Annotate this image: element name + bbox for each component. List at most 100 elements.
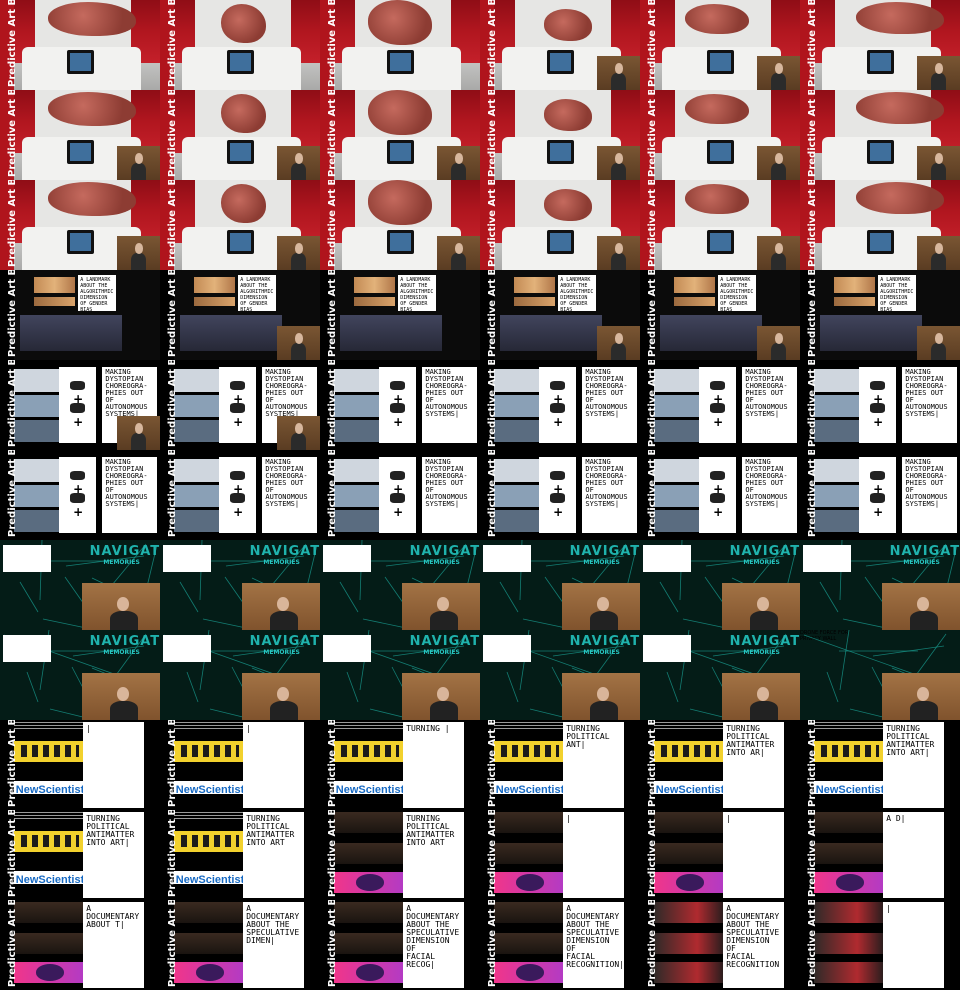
brand-label: Predictive Art Bot [167, 90, 178, 177]
tablet [227, 140, 255, 164]
brand-bar: Predictive Art Bot [640, 270, 658, 360]
brand-label: Predictive Art Bot [487, 270, 498, 357]
title-card: A LANDMARK ABOUT THE ALGORITHMIC DIMENSI… [238, 274, 277, 313]
dark-image [494, 901, 566, 923]
dystopian-slide: + + MAKING DYSTOPIAN CHOREOGRA- PHIES OUT … [320, 450, 480, 540]
robotic-arm [684, 3, 749, 35]
newscientist-logo: NewScientist [654, 780, 726, 796]
frame: + + MAKING DYSTOPIAN CHOREOGRA- PHIES OUT … [0, 450, 160, 540]
frame: NewScientist | Predictive Art Bot [160, 720, 320, 810]
robot-scene [320, 0, 480, 90]
brand-label: Predictive Art Bot [327, 720, 338, 807]
contact-sheet-grid: Predictive Art Bot Predictive Art Bot Pred… [0, 0, 960, 990]
plus-sign: + [233, 482, 244, 497]
logo-bottom: MEMORIES [423, 559, 460, 567]
yellow-image [174, 830, 246, 852]
navigating-logo: NAVIGATINGMEMORIES [249, 634, 320, 662]
speaker-video [401, 673, 480, 720]
robotic-arm [544, 9, 592, 41]
brand-label: Predictive Art Bot [647, 810, 658, 897]
brand-label: Predictive Art Bot [647, 0, 658, 87]
image-column: NewScientist [814, 721, 886, 808]
speaker-thumbnail [756, 55, 800, 90]
logo-bottom: MEMORIES [263, 649, 300, 657]
typing-slide: NewScientist TURNING POLITICAL ANTIMATTER… [0, 810, 160, 900]
chairs-image [339, 315, 443, 351]
face-image [514, 297, 556, 306]
frame: NewScientist TURNING POLITICAL ANTIMATTER… [160, 810, 320, 900]
database-icon [390, 380, 405, 390]
tablet [227, 230, 255, 254]
typed-title: A DOCUMENTARY ABOUT T| [83, 901, 144, 989]
pink-image [14, 962, 86, 983]
image-column [494, 811, 566, 898]
robotic-arm [544, 189, 592, 221]
title-card: A LANDMARK ABOUT THE ALGORITHMIC DIMENSI… [398, 274, 437, 313]
face-image [34, 277, 76, 294]
brand-bar: Predictive Art Bot [320, 180, 338, 270]
logo-top: NAVIGATING [409, 544, 480, 560]
brand-bar: Predictive Art Bot [640, 180, 658, 270]
image-column [494, 901, 566, 988]
brand-label: Predictive Art Bot [487, 810, 498, 897]
dystopian-slide: + + MAKING DYSTOPIAN CHOREOGRA- PHIES OUT … [800, 450, 960, 540]
typing-slide: NewScientist TURNING POLITICAL ANTIMATTER… [800, 720, 960, 810]
frame: NewScientist TURNING POLITICAL ANTIMATTER… [800, 720, 960, 810]
plus-sign: + [873, 414, 884, 429]
frame: Predictive Art Bot [320, 0, 480, 90]
typing-slide: A DOCUMENTARY ABOUT T| [0, 900, 160, 990]
logo-top: NAVIGATING [249, 634, 320, 650]
headline-strip [14, 721, 86, 729]
title-card: MAKING DYSTOPIAN CHOREOGRA- PHIES OUT OF… [742, 457, 797, 533]
navigating-logo: NAVIGATINGMEMORIES [90, 635, 160, 662]
network-scene: NAVIGATINGMEMORIES [160, 540, 320, 630]
database-icon [870, 470, 885, 480]
tablet [547, 50, 575, 74]
brand-label: Predictive Art Bot [647, 900, 658, 987]
slide-miniature [483, 544, 532, 572]
navigating-logo: NAVIGATINGMEMORIES [890, 545, 960, 572]
tablet [227, 50, 255, 74]
newscientist-logo: NewScientist [174, 870, 246, 886]
robotic-arm [856, 1, 944, 35]
speaker-thumbnail [276, 415, 320, 450]
plus-sign: + [713, 392, 724, 407]
frame: A D| Predictive Art Bot [800, 810, 960, 900]
speaker-video [881, 583, 960, 630]
chairs-image [819, 315, 923, 351]
dystopian-slide: + + MAKING DYSTOPIAN CHOREOGRA- PHIES OUT … [640, 450, 800, 540]
brand-label: Predictive Art Bot [807, 450, 818, 537]
network-scene: NAVIGATINGMEMORIES [320, 630, 480, 720]
frame: + + MAKING DYSTOPIAN CHOREOGRA- PHIES OUT … [320, 360, 480, 450]
navigating-logo: NAVIGATINGMEMORIES [409, 544, 480, 572]
tablet [867, 50, 895, 74]
brand-bar: Predictive Art Bot [800, 450, 818, 540]
slide-miniature [3, 634, 52, 662]
newscientist-logo: NewScientist [14, 780, 86, 796]
frame: Predictive Art Bot [640, 180, 800, 270]
typed-title: TURNING POLITICAL ANTIMATTER INTO ART [243, 811, 304, 899]
pink-image [334, 962, 406, 983]
speaker-thumbnail [916, 235, 960, 270]
title-card: MAKING DYSTOPIAN CHOREOGRA- PHIES OUT OF… [582, 367, 637, 443]
logo-top: NAVIGATING [409, 634, 480, 650]
brand-label: Predictive Art Bot [7, 720, 18, 807]
brand-label: Predictive Art Bot [487, 90, 498, 177]
brand-bar: Predictive Art Bot [160, 720, 178, 810]
brand-label: Predictive Art Bot [7, 360, 18, 447]
robotic-arm [368, 0, 432, 45]
brand-label: Predictive Art Bot [327, 90, 338, 177]
dystopian-slide: + + MAKING DYSTOPIAN CHOREOGRA- PHIES OUT … [480, 360, 640, 450]
database-icon [710, 470, 725, 480]
typed-title: A DOCUMENTARY ABOUT THE SPECULATIVE DIME… [723, 901, 784, 989]
speaker-thumbnail [436, 145, 480, 180]
speaker-thumbnail [916, 145, 960, 180]
frame: NewScientist TURNING POLITICAL ANTIMATTER… [0, 810, 160, 900]
speaker-thumbnail [276, 235, 320, 270]
typing-slide: A DOCUMENTARY ABOUT THE SPECULATIVE DIME… [480, 900, 640, 990]
diagram-column: + + [539, 457, 576, 533]
speaker-thumbnail [116, 415, 160, 450]
slide-miniature [643, 544, 692, 572]
slide-miniature [163, 544, 212, 572]
face-image [194, 297, 236, 306]
